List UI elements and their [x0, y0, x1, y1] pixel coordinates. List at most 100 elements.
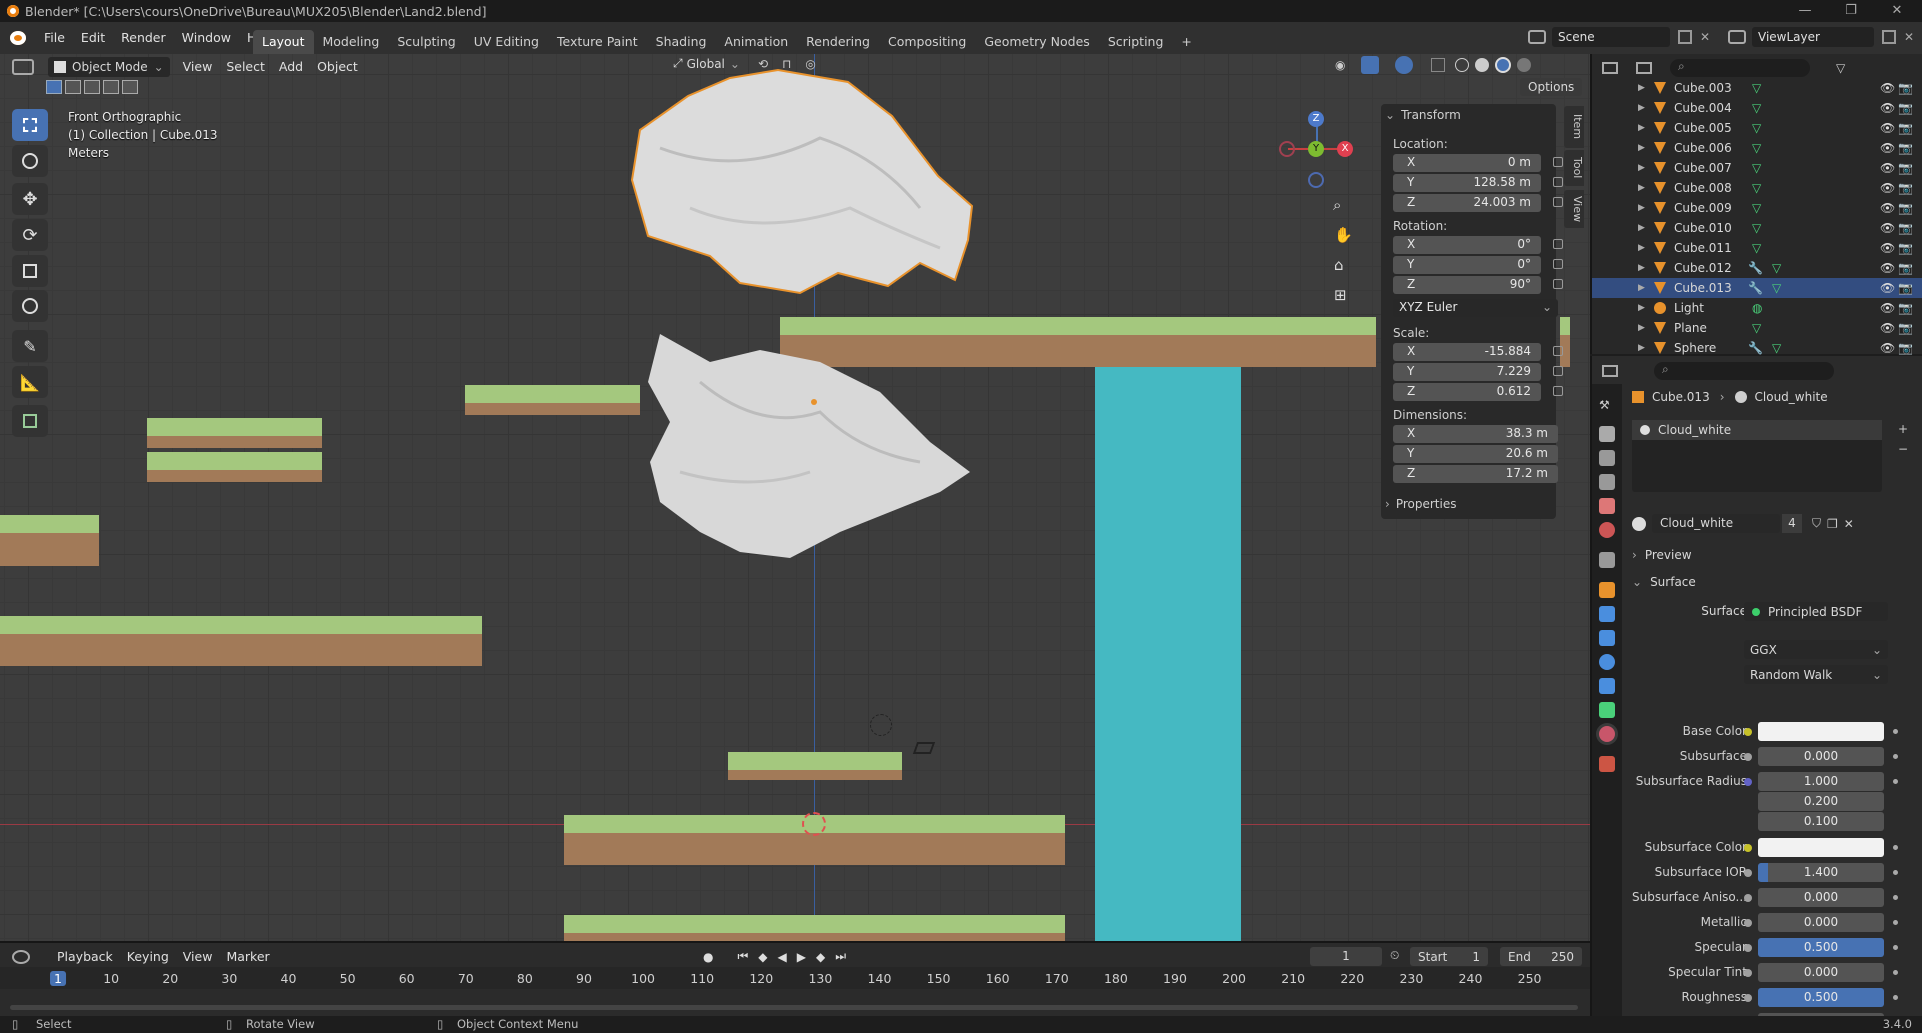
keyframe-dot-icon[interactable]: [1893, 995, 1898, 1000]
render-camera-icon[interactable]: 📷: [1898, 198, 1913, 218]
lock-icon[interactable]: [1553, 157, 1563, 167]
tool-tab-icon[interactable]: ⚒: [1599, 398, 1615, 414]
number-field[interactable]: 0.100: [1758, 812, 1884, 831]
menu-timeline-view[interactable]: View: [176, 946, 220, 968]
outliner-item[interactable]: ▶ Cube.006 ▽ 👁 📷: [1592, 138, 1922, 158]
surface-shader-field[interactable]: Principled BSDF: [1744, 602, 1888, 621]
scene-icon[interactable]: [1528, 30, 1546, 44]
blender-menu-icon[interactable]: [10, 31, 26, 45]
keyframe-dot-icon[interactable]: [1893, 754, 1898, 759]
record-icon[interactable]: ●: [703, 950, 713, 964]
outliner-search-input[interactable]: ⌕: [1670, 59, 1810, 77]
physics-tab-icon[interactable]: [1599, 654, 1615, 670]
render-camera-icon[interactable]: 📷: [1898, 258, 1913, 278]
outliner-item[interactable]: ▶ Cube.008 ▽ 👁 📷: [1592, 178, 1922, 198]
menu-keying[interactable]: Keying: [120, 946, 176, 968]
platform-left-long[interactable]: [0, 616, 482, 666]
visibility-eye-icon[interactable]: 👁: [1880, 178, 1895, 198]
number-field[interactable]: 0.000: [1758, 913, 1884, 932]
start-frame-field[interactable]: Start 1: [1410, 947, 1488, 966]
mesh-data-icon[interactable]: ▽: [1752, 138, 1761, 158]
outliner-item[interactable]: ▶ Cube.004 ▽ 👁 📷: [1592, 98, 1922, 118]
keyframe-dot-icon[interactable]: [1893, 920, 1898, 925]
outliner-editor-icon[interactable]: [1602, 62, 1618, 74]
mesh-data-icon[interactable]: ▽: [1752, 218, 1761, 238]
render-camera-icon[interactable]: 📷: [1898, 218, 1913, 238]
lock-icon[interactable]: [1553, 279, 1563, 289]
chevron-down-icon[interactable]: ⌄: [1632, 575, 1642, 589]
visibility-eye-icon[interactable]: 👁: [1880, 138, 1895, 158]
outliner-item[interactable]: ▶ Cube.005 ▽ 👁 📷: [1592, 118, 1922, 138]
pivot-point-icon[interactable]: ⟲: [758, 57, 768, 71]
mesh-data-icon[interactable]: ▽: [1772, 338, 1781, 358]
rotation-y-field[interactable]: Y 0°: [1393, 256, 1563, 274]
platform-left-1[interactable]: [147, 418, 322, 448]
mesh-data-icon[interactable]: ▽: [1752, 98, 1761, 118]
annotate-tool[interactable]: ✎: [12, 330, 48, 362]
visibility-eye-icon[interactable]: 👁: [1880, 238, 1895, 258]
outliner-item-name[interactable]: Cube.008: [1674, 178, 1732, 198]
transform-tool[interactable]: [12, 290, 48, 322]
new-scene-icon[interactable]: [1678, 30, 1692, 44]
keyframe-dot-icon[interactable]: [1893, 895, 1898, 900]
mesh-data-icon[interactable]: ▽: [1752, 118, 1761, 138]
outliner-item-name[interactable]: Cube.006: [1674, 138, 1732, 158]
options-button[interactable]: Options: [1520, 78, 1583, 96]
modifier-tab-icon[interactable]: [1599, 606, 1615, 622]
menu-marker[interactable]: Marker: [219, 946, 276, 968]
play-icon[interactable]: ▶: [797, 950, 806, 964]
wireframe-shading-icon[interactable]: [1455, 58, 1470, 72]
mesh-data-icon[interactable]: ▽: [1752, 318, 1761, 338]
menu-view[interactable]: View: [176, 56, 220, 78]
expand-arrow-icon[interactable]: ▶: [1638, 258, 1645, 278]
visibility-eye-icon[interactable]: 👁: [1880, 318, 1895, 338]
scale-z-field[interactable]: Z 0.612: [1393, 383, 1563, 401]
chevron-down-icon[interactable]: ⌄: [1385, 108, 1395, 122]
mesh-data-icon[interactable]: ▽: [1752, 78, 1761, 98]
outliner-item-name[interactable]: Sphere: [1674, 338, 1716, 358]
rendered-shading-icon[interactable]: [1517, 58, 1532, 72]
timeline-editor-icon[interactable]: [12, 950, 30, 964]
close-button[interactable]: ✕: [1874, 0, 1920, 22]
number-field[interactable]: 0.200: [1758, 792, 1884, 811]
material-users-count[interactable]: 4: [1782, 514, 1802, 533]
number-field[interactable]: 1.400: [1758, 863, 1884, 882]
outliner-item[interactable]: ▶ Cube.009 ▽ 👁 📷: [1592, 198, 1922, 218]
light-data-icon[interactable]: ◍: [1752, 298, 1762, 318]
menu-select[interactable]: Select: [219, 56, 272, 78]
material-name-field[interactable]: Cloud_white: [1652, 514, 1780, 533]
menu-object[interactable]: Object: [310, 56, 365, 78]
color-swatch[interactable]: [1758, 722, 1884, 741]
prev-keyframe-icon[interactable]: ◆: [758, 950, 767, 964]
data-tab-icon[interactable]: [1599, 702, 1615, 718]
expand-arrow-icon[interactable]: ▶: [1638, 78, 1645, 98]
platform-edge-right[interactable]: [1560, 317, 1570, 367]
expand-arrow-icon[interactable]: ▶: [1638, 198, 1645, 218]
snap-icon[interactable]: ⊓: [782, 57, 791, 71]
camera-view-icon[interactable]: ⌂: [1334, 256, 1344, 274]
keyframe-dot-icon[interactable]: [1893, 870, 1898, 875]
select-invert-icon[interactable]: [103, 80, 119, 94]
lock-icon[interactable]: [1553, 239, 1563, 249]
lock-icon[interactable]: [1553, 259, 1563, 269]
outliner-item-name[interactable]: Cube.013: [1674, 278, 1732, 298]
fake-user-icon[interactable]: ⛉: [1812, 516, 1821, 531]
material-slot[interactable]: Cloud_white: [1632, 420, 1882, 440]
view-layer-tab-icon[interactable]: [1599, 474, 1615, 490]
scene-tab-icon[interactable]: [1599, 498, 1615, 514]
unlink-icon[interactable]: ✕: [1844, 517, 1854, 531]
visibility-eye-icon[interactable]: 👁: [1880, 78, 1895, 98]
mode-dropdown[interactable]: Object Mode ⌄: [48, 57, 170, 77]
lock-icon[interactable]: [1553, 177, 1563, 187]
rotate-tool[interactable]: ⟳: [12, 219, 48, 251]
menu-edit[interactable]: Edit: [73, 27, 113, 49]
outliner-item[interactable]: ▶ Plane ▽ 👁 📷: [1592, 318, 1922, 338]
outliner-item-name[interactable]: Cube.004: [1674, 98, 1732, 118]
number-field[interactable]: 0.000: [1758, 963, 1884, 982]
tab-geometry-nodes[interactable]: Geometry Nodes: [975, 30, 1098, 54]
render-camera-icon[interactable]: 📷: [1898, 278, 1913, 298]
outliner-item-name[interactable]: Plane: [1674, 318, 1707, 338]
outliner-item[interactable]: ▶ Sphere 🔧 ▽ 👁 📷: [1592, 338, 1922, 358]
select-new-icon[interactable]: [46, 80, 62, 94]
render-camera-icon[interactable]: 📷: [1898, 238, 1913, 258]
